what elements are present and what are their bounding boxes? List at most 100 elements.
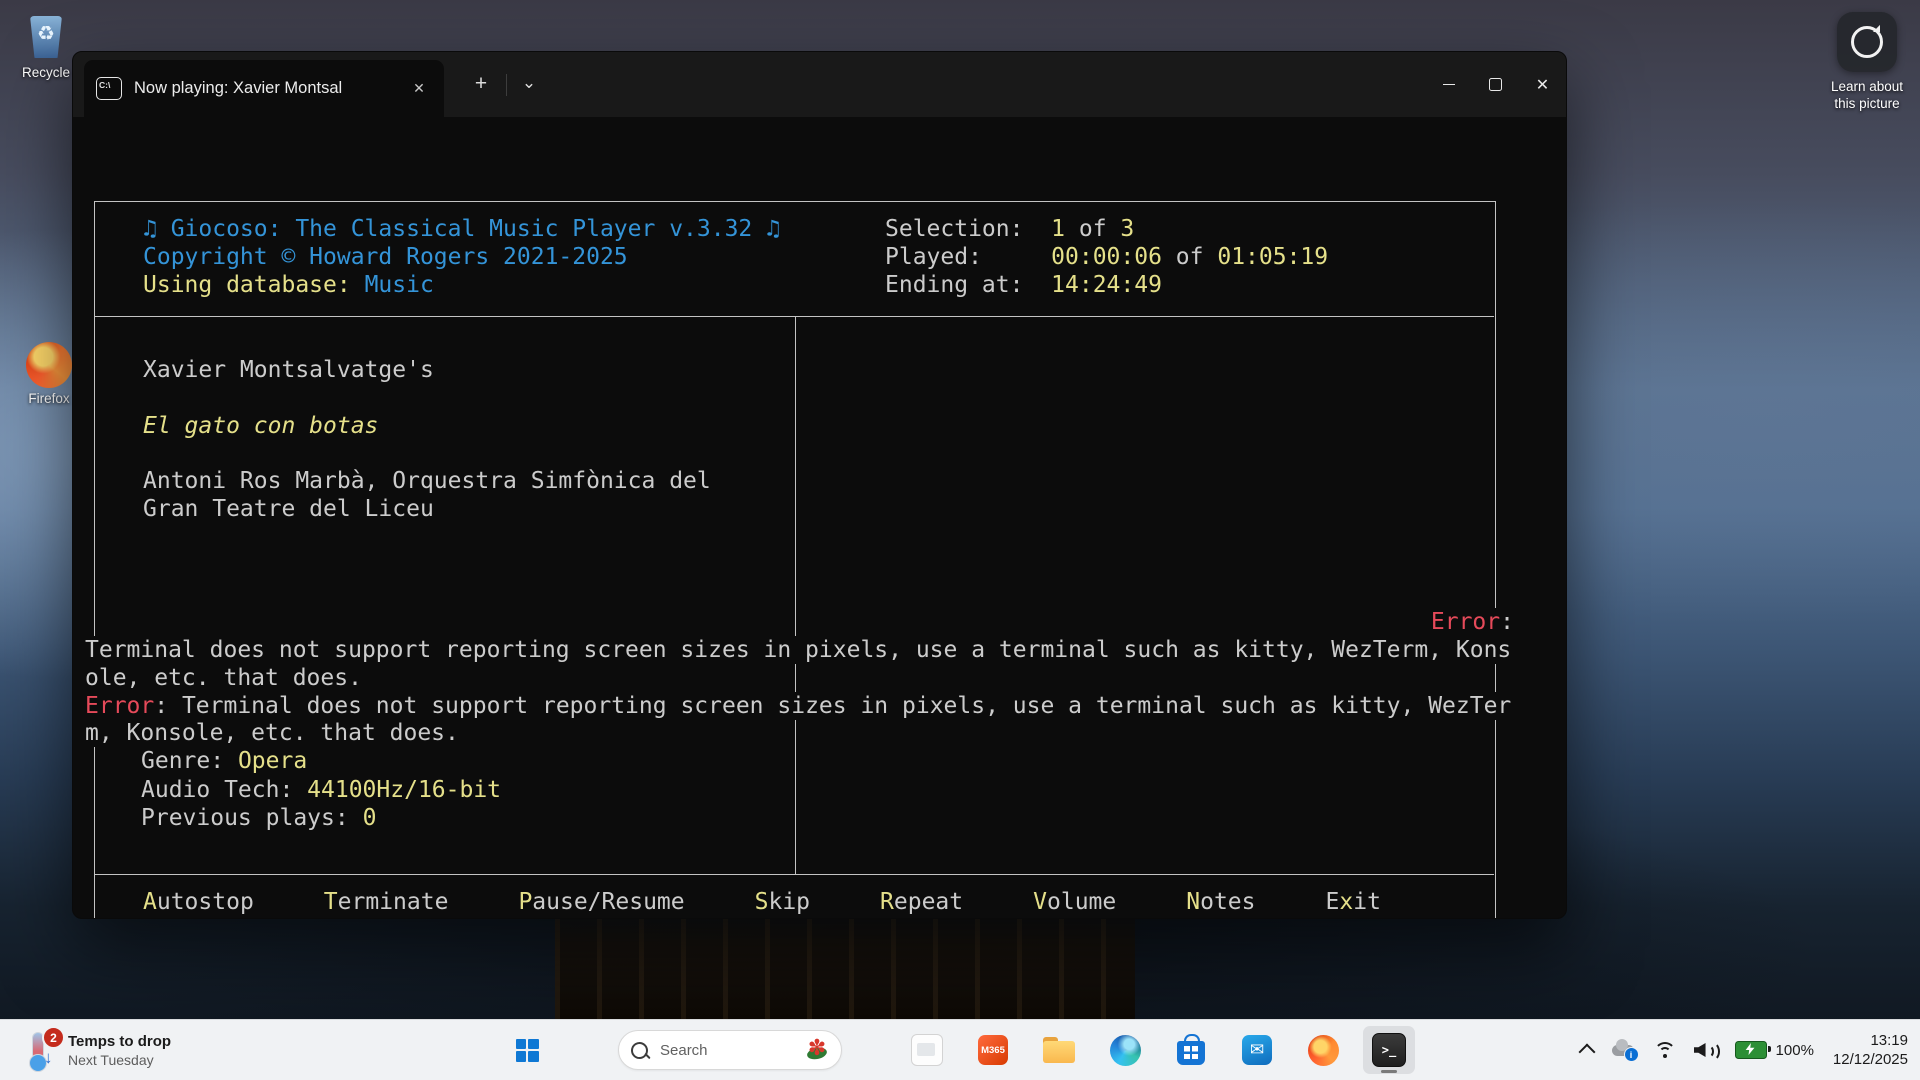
system-tray: i 100% 13:19 12/12/2025 (1578, 1020, 1914, 1080)
menu-item-autostop[interactable]: Autostop (143, 888, 254, 916)
composer-line: Xavier Montsalvatge's (143, 357, 434, 383)
info-badge-icon: i (1623, 1047, 1639, 1062)
selection-label: Selection: (885, 216, 1052, 242)
previous-plays-line: Previous plays: 0 (141, 804, 376, 832)
error1-line2: ole, etc. that does. (85, 664, 362, 692)
tray-overflow-chevron-icon[interactable] (1578, 1043, 1596, 1061)
taskbar-app-edge[interactable] (1099, 1026, 1151, 1074)
selection-current: 1 (1051, 216, 1066, 242)
onedrive-cloud-icon[interactable]: i (1610, 1039, 1639, 1062)
performers-line1: Antoni Ros Marbà, Orquestra Simfònica de… (143, 468, 711, 494)
taskbar-app-microsoft-365[interactable]: M365 (967, 1026, 1019, 1074)
selection-total: 3 (1120, 216, 1135, 242)
played-elapsed: 00:00:06 (1051, 244, 1162, 270)
taskbar: ↓ 2 Temps to drop Next Tuesday ✽ M365 ✉ … (0, 1019, 1920, 1080)
taskbar-app-white-window[interactable] (901, 1026, 953, 1074)
volume-icon[interactable] (1693, 1041, 1720, 1061)
tab-close-icon[interactable]: ✕ (406, 76, 432, 102)
battery-percent[interactable]: 100% (1776, 1042, 1814, 1059)
taskbar-app-file-explorer[interactable] (1033, 1026, 1085, 1074)
error2-line1: Error: Terminal does not support reporti… (85, 692, 1512, 720)
menu-item-skip[interactable]: Skip (755, 888, 810, 916)
recycle-symbol-icon: ♻ (37, 23, 55, 45)
microsoft-365-icon: M365 (978, 1035, 1008, 1065)
command-menu: Autostop Terminate Pause/Resume Skip Rep… (143, 888, 1381, 916)
search-input[interactable] (658, 1040, 805, 1060)
selection-line: Selection: 1 of 3 (885, 215, 1134, 243)
weather-thermometer-icon: ↓ 2 (22, 1026, 65, 1072)
search-icon (631, 1041, 648, 1059)
temperature-drop-arrow-icon: ↓ (44, 1048, 53, 1067)
menu-item-notes[interactable]: Notes (1186, 888, 1255, 916)
weather-widget[interactable]: ↓ 2 Temps to drop Next Tuesday (14, 1020, 179, 1080)
wifi-icon[interactable] (1653, 1041, 1677, 1059)
genre-line: Genre: Opera (141, 747, 307, 775)
copyright-line: Copyright © Howard Rogers 2021-2025 (143, 244, 628, 270)
menu-item-pause-resume[interactable]: Pause/Resume (518, 888, 684, 916)
maximize-button[interactable] (1472, 52, 1519, 117)
new-tab-button[interactable]: + (465, 68, 497, 100)
work-title-line: El gato con botas (143, 413, 379, 439)
picture-info-icon (1851, 26, 1883, 58)
tui-header-divider (94, 316, 1494, 317)
search-box[interactable]: ✽ (618, 1030, 842, 1070)
error2-line2: m, Konsole, etc. that does. (85, 719, 459, 747)
battery-icon[interactable] (1734, 1041, 1771, 1059)
app-title-line: ♫ Giocoso: The Classical Music Player v.… (143, 216, 780, 242)
previous-plays-label: Previous plays: (141, 805, 363, 831)
edge-icon (1109, 1034, 1141, 1066)
weather-headline: Temps to drop (68, 1032, 172, 1050)
learn-about-picture-widget[interactable]: Learn about this picture (1812, 12, 1920, 112)
microsoft-store-icon (1177, 1034, 1205, 1065)
firefox-icon (26, 342, 72, 388)
menu-item-exit[interactable]: Exit (1326, 888, 1381, 916)
firefox-taskbar-icon (1307, 1034, 1339, 1066)
tab-toolbar-separator (506, 74, 507, 96)
learn-about-line1: Learn about (1830, 79, 1904, 94)
tui-column-divider (795, 316, 796, 874)
taskbar-app-terminal-active[interactable]: >_ (1363, 1026, 1415, 1074)
database-label: Using database: (143, 272, 365, 298)
file-explorer-icon (1043, 1037, 1075, 1063)
tui-menu-divider (94, 874, 1494, 875)
played-line: Played: 00:00:06 of 01:05:19 (885, 243, 1328, 271)
terminal-window: C:\ Now playing: Xavier Montsal ✕ + ⌄ ✕ … (72, 51, 1567, 919)
played-total: 01:05:19 (1217, 244, 1329, 270)
taskbar-app-microsoft-store[interactable] (1165, 1026, 1217, 1074)
titlebar[interactable]: C:\ Now playing: Xavier Montsal ✕ + ⌄ ✕ (73, 52, 1566, 117)
terminal-tab[interactable]: C:\ Now playing: Xavier Montsal ✕ (84, 60, 444, 117)
menu-item-volume[interactable]: Volume (1033, 888, 1116, 916)
poinsettia-search-icon: ✽ (806, 1035, 828, 1061)
wallpaper-pier-detail (555, 903, 1135, 1020)
recycle-bin-icon: ♻ (23, 10, 69, 62)
taskbar-app-firefox[interactable] (1297, 1026, 1349, 1074)
tray-time: 13:19 (1870, 1032, 1908, 1049)
ending-label: Ending at: (885, 272, 1052, 298)
played-label: Played: (885, 244, 1052, 270)
tab-dropdown-icon[interactable]: ⌄ (515, 67, 543, 99)
error-colon: : (1500, 609, 1514, 635)
clock-widget[interactable]: 13:19 12/12/2025 (1833, 1031, 1908, 1069)
database-value: Music (364, 272, 434, 298)
genre-label: Genre: (141, 748, 238, 774)
menu-item-terminate[interactable]: Terminate (324, 888, 449, 916)
played-sep: of (1161, 244, 1218, 270)
tray-date: 12/12/2025 (1832, 1051, 1908, 1068)
learn-about-picture-button[interactable] (1837, 12, 1897, 72)
terminal-content[interactable]: ♫ Giocoso: The Classical Music Player v.… (73, 117, 1566, 918)
tab-title: Now playing: Xavier Montsal (134, 79, 343, 97)
ending-time: 14:24:49 (1051, 272, 1162, 298)
tab-title-fade (374, 68, 408, 109)
menu-item-repeat[interactable]: Repeat (880, 888, 963, 916)
error2-text: : Terminal does not support reporting sc… (154, 693, 1512, 719)
taskbar-app-outlook[interactable]: ✉ (1231, 1026, 1283, 1074)
weather-alert-badge: 2 (42, 1026, 65, 1049)
error1-line1: Terminal does not support reporting scre… (85, 636, 1512, 664)
audio-tech-line: Audio Tech: 44100Hz/16-bit (141, 776, 501, 804)
minimize-button[interactable] (1425, 52, 1472, 117)
learn-about-line2: this picture (1834, 96, 1900, 111)
performers-line2: Gran Teatre del Liceu (143, 496, 434, 522)
charging-bolt-icon (1745, 1043, 1755, 1055)
start-button[interactable] (505, 1029, 549, 1071)
close-button[interactable]: ✕ (1519, 52, 1566, 117)
